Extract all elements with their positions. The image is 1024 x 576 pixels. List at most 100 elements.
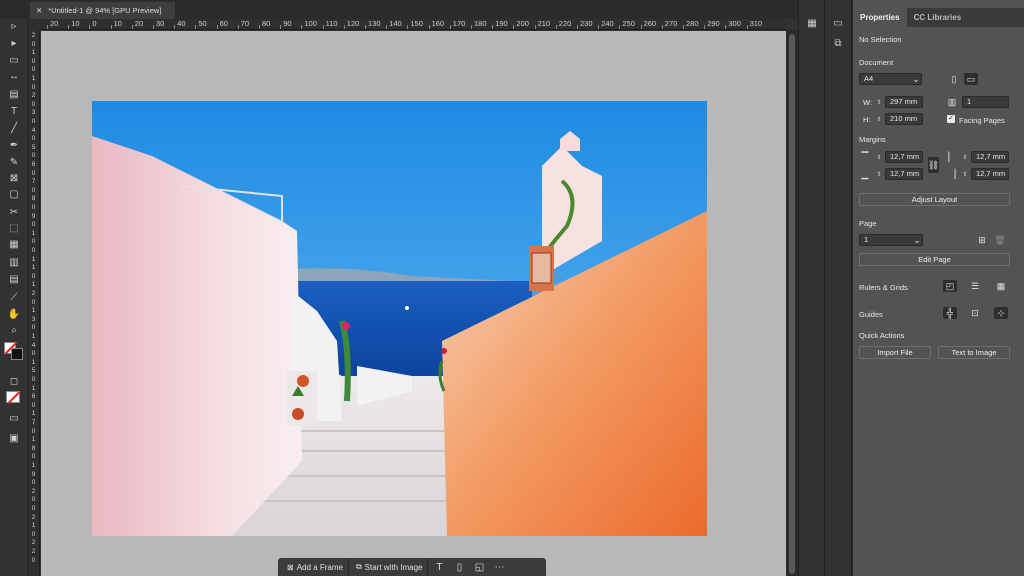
- document-grid-icon[interactable]: ▦: [994, 280, 1008, 292]
- close-tab-icon[interactable]: ✕: [36, 6, 42, 15]
- h-ruler-tick-mark: [619, 25, 621, 29]
- document-settings-icon[interactable]: ◱: [470, 559, 488, 575]
- h-ruler-tick-label: 110: [325, 19, 338, 28]
- portrait-orientation-icon[interactable]: ▯: [947, 73, 961, 85]
- hand-tool-icon[interactable]: ✋: [7, 308, 21, 320]
- delete-page-icon[interactable]: 🗑: [993, 234, 1007, 246]
- panel-dock-secondary: ▭ ⧉: [824, 0, 851, 576]
- v-ruler-tick-label: 7: [31, 419, 36, 426]
- h-ruler-tick-label: 230: [580, 19, 593, 28]
- rectangle-tool-icon[interactable]: ▢: [7, 188, 21, 200]
- pages-count-field[interactable]: 1: [962, 96, 1009, 108]
- page-icon[interactable]: ▯: [450, 559, 468, 575]
- chevron-down-icon[interactable]: ⌄: [909, 73, 923, 85]
- tab-properties[interactable]: Properties: [853, 8, 907, 27]
- eyedropper-tool-icon[interactable]: ⟋: [7, 291, 21, 303]
- facing-pages-checkbox[interactable]: ✓: [947, 115, 955, 123]
- more-icon[interactable]: ⋯: [490, 559, 508, 575]
- preview-mode-icon[interactable]: ▣: [7, 432, 21, 444]
- pencil-tool-icon[interactable]: ✎: [7, 156, 21, 168]
- fill-stroke-swatch[interactable]: [4, 340, 24, 360]
- pen-tool-icon[interactable]: ✒: [7, 139, 21, 151]
- height-field[interactable]: 210 mm: [885, 113, 923, 125]
- pages-count-icon: ▥: [947, 96, 957, 107]
- margin-right-field[interactable]: 12,7 mm: [971, 168, 1009, 180]
- margin-right-stepper-icon[interactable]: ⇕: [961, 168, 969, 180]
- formatting-container-icon[interactable]: ◻: [7, 375, 21, 387]
- v-ruler-tick-label: 8: [31, 195, 36, 203]
- document-tab[interactable]: ✕ *Untitled-1 @ 94% [GPU Preview]: [30, 2, 175, 19]
- content-collector-icon[interactable]: ▤: [7, 88, 21, 100]
- tools-panel: ▹ ▸ ▭ ↔ ▤ T ╱ ✒ ✎ ⊠ ▢ ✂ ⬚ ▦ ▥ ▤ ⟋ ✋ ⌕ ◻ …: [0, 0, 28, 576]
- v-ruler-tick-label: 5: [31, 367, 36, 375]
- ruler-origin[interactable]: [28, 19, 40, 30]
- margin-left-value: 12,7 mm: [976, 152, 1006, 161]
- baseline-grid-icon[interactable]: ☰: [968, 280, 982, 292]
- vertical-scrollbar[interactable]: [786, 30, 798, 576]
- scrollbar-thumb[interactable]: [789, 34, 795, 574]
- free-transform-tool-icon[interactable]: ⬚: [7, 222, 21, 234]
- h-ruler-tick-mark: [68, 25, 70, 29]
- gap-tool-icon[interactable]: ↔: [7, 70, 21, 82]
- zoom-tool-icon[interactable]: ⌕: [7, 324, 21, 336]
- start-with-image-button[interactable]: ⧉ Start with Image: [351, 559, 429, 575]
- vertical-ruler[interactable]: 2010010203040506070809010011012013014015…: [28, 30, 40, 576]
- text-icon[interactable]: T: [430, 559, 448, 575]
- page-section-label: Page: [859, 219, 877, 228]
- page-tool-icon[interactable]: ▭: [7, 54, 21, 66]
- add-frame-button[interactable]: ⊠ Add a Frame: [282, 559, 349, 575]
- text-to-image-button[interactable]: Text to Image: [938, 346, 1010, 359]
- margin-left-stepper-icon[interactable]: ⇕: [961, 151, 969, 163]
- stroke-swatch-icon[interactable]: [11, 348, 23, 360]
- lock-guides-icon[interactable]: ⊡: [968, 307, 982, 319]
- import-file-button[interactable]: Import File: [859, 346, 931, 359]
- screen-mode-icon[interactable]: ▭: [7, 412, 21, 424]
- properties-panel: Properties CC Libraries No Selection Doc…: [853, 0, 1024, 576]
- margin-top-value: 12,7 mm: [890, 152, 920, 161]
- tab-cc-libraries[interactable]: CC Libraries: [907, 8, 969, 27]
- pages-panel-icon[interactable]: ▦: [805, 17, 819, 30]
- rectangle-frame-tool-icon[interactable]: ⊠: [7, 172, 21, 184]
- gradient-swatch-tool-icon[interactable]: ▦: [7, 238, 21, 250]
- ruler-toggle-icon[interactable]: ◰: [943, 280, 957, 292]
- placed-image-santorini[interactable]: [92, 101, 707, 536]
- margin-bottom-stepper-icon[interactable]: ⇕: [875, 168, 883, 180]
- v-ruler-tick-label: 1: [31, 75, 36, 82]
- v-ruler-tick-label: 0: [31, 427, 36, 435]
- v-ruler-tick-label: 2: [31, 548, 36, 555]
- margin-top-stepper-icon[interactable]: ⇕: [875, 151, 883, 163]
- note-tool-icon[interactable]: ▤: [7, 273, 21, 285]
- margin-top-field[interactable]: 12,7 mm: [885, 151, 923, 163]
- landscape-orientation-icon[interactable]: ▭: [964, 73, 978, 85]
- adjust-layout-button[interactable]: Adjust Layout: [859, 193, 1010, 206]
- h-ruler-tick-label: 60: [219, 19, 228, 28]
- v-ruler-tick-label: 2: [31, 487, 36, 495]
- line-tool-icon[interactable]: ╱: [7, 122, 21, 134]
- link-margins-icon[interactable]: ⛓: [928, 157, 939, 173]
- horizontal-ruler[interactable]: 20 10 0 10 20 30 40 50 60 70 80 90 100 110 120 130 140 15…: [40, 19, 786, 30]
- add-page-icon[interactable]: ⊞: [975, 234, 989, 246]
- show-guides-icon[interactable]: ╬: [943, 307, 957, 319]
- links-panel-icon[interactable]: ▭: [831, 17, 845, 30]
- type-tool-icon[interactable]: T: [7, 105, 21, 117]
- apply-none-icon[interactable]: [6, 391, 20, 404]
- export-panel-icon[interactable]: ⧉: [831, 37, 845, 50]
- margin-bottom-field[interactable]: 12,7 mm: [885, 168, 923, 180]
- scissors-tool-icon[interactable]: ✂: [7, 206, 21, 218]
- page-chevron-down-icon[interactable]: ⌄: [910, 234, 924, 246]
- smart-guides-icon[interactable]: ⊹: [994, 307, 1008, 319]
- edit-page-button[interactable]: Edit Page: [859, 253, 1010, 266]
- margin-left-field[interactable]: 12,7 mm: [971, 151, 1009, 163]
- h-ruler-tick-mark: [449, 25, 451, 29]
- gradient-feather-tool-icon[interactable]: ▥: [7, 256, 21, 268]
- v-ruler-tick-label: 0: [31, 272, 36, 280]
- v-ruler-tick-label: 1: [31, 358, 36, 366]
- direct-selection-tool-icon[interactable]: ▸: [7, 37, 21, 49]
- width-field[interactable]: 297 mm: [885, 96, 923, 108]
- width-stepper-icon[interactable]: ⇕: [875, 96, 883, 108]
- facing-pages-label: Facing Pages: [959, 116, 1005, 125]
- v-ruler-tick-label: 0: [31, 247, 36, 254]
- selection-tool-icon[interactable]: ▹: [7, 20, 21, 32]
- height-stepper-icon[interactable]: ⇕: [875, 113, 883, 125]
- h-ruler-tick-label: 10: [71, 19, 80, 28]
